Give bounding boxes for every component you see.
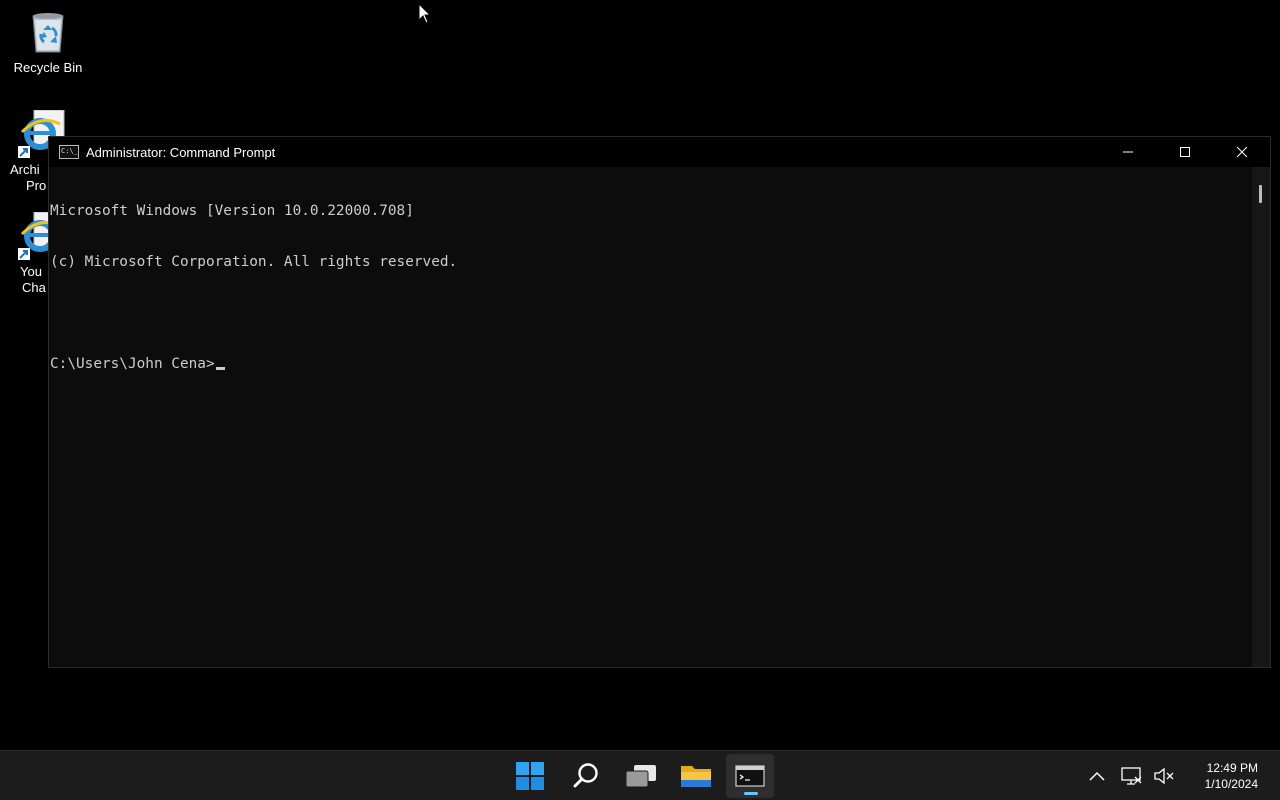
console-line: Microsoft Windows [Version 10.0.22000.70… <box>50 203 414 219</box>
desktop-icon-label: Recycle Bin <box>13 60 83 75</box>
scrollbar-thumb[interactable] <box>1259 185 1262 203</box>
desktop-icon-recycle-bin[interactable]: Recycle Bin <box>8 8 88 76</box>
command-prompt-taskbar-button[interactable] <box>726 754 774 798</box>
chevron-up-icon <box>1089 771 1105 781</box>
clock-time: 12:49 PM <box>1206 761 1258 775</box>
file-explorer-button[interactable] <box>672 754 720 798</box>
window-title: Administrator: Command Prompt <box>86 144 276 160</box>
window-titlebar[interactable]: Administrator: Command Prompt <box>49 137 1270 167</box>
console-prompt: C:\Users\John Cena> <box>50 356 215 372</box>
start-icon <box>516 762 544 790</box>
console-line: (c) Microsoft Corporation. All rights re… <box>50 254 458 270</box>
show-hidden-icons-button[interactable] <box>1084 751 1110 800</box>
network-button[interactable] <box>1118 751 1146 800</box>
search-icon <box>573 763 598 788</box>
task-view-button[interactable] <box>617 754 665 798</box>
window-controls <box>1099 137 1270 167</box>
search-button[interactable] <box>562 754 610 798</box>
console-output[interactable]: Microsoft Windows [Version 10.0.22000.70… <box>49 167 1252 667</box>
taskbar-clock[interactable]: 12:49 PM 1/10/2024 <box>1205 760 1258 792</box>
recycle-bin-icon <box>24 8 72 56</box>
command-prompt-icon <box>735 765 765 787</box>
vertical-scrollbar[interactable] <box>1252 167 1270 667</box>
text-cursor <box>215 367 225 370</box>
maximize-button[interactable] <box>1156 137 1213 167</box>
volume-button[interactable] <box>1150 751 1178 800</box>
start-button[interactable] <box>506 754 554 798</box>
maximize-icon <box>1179 147 1190 157</box>
volume-muted-icon <box>1154 767 1174 785</box>
taskbar: 12:49 PM 1/10/2024 <box>0 750 1280 800</box>
clock-date: 1/10/2024 <box>1204 777 1258 791</box>
network-icon <box>1121 767 1142 785</box>
task-view-icon <box>625 765 656 788</box>
active-app-indicator <box>744 792 758 795</box>
file-explorer-icon <box>681 766 711 787</box>
minimize-icon <box>1122 151 1133 153</box>
command-prompt-window[interactable]: Administrator: Command Prompt Microsoft … <box>48 136 1271 668</box>
close-button[interactable] <box>1213 137 1270 167</box>
mouse-pointer-icon <box>418 2 432 30</box>
close-icon <box>1236 146 1247 158</box>
minimize-button[interactable] <box>1099 137 1156 167</box>
command-prompt-icon <box>59 145 79 159</box>
